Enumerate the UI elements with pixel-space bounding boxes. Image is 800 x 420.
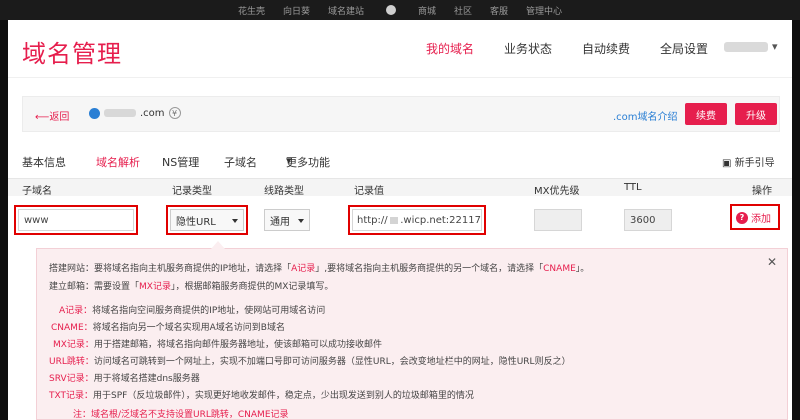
yen-icon[interactable]: ¥ <box>168 107 181 119</box>
newbie-guide-link[interactable]: ▣ 新手引导 <box>722 154 775 169</box>
subdomain-input[interactable]: www <box>18 209 134 231</box>
chevron-down-icon: ▾ <box>772 40 778 53</box>
redacted-text <box>389 216 399 224</box>
tab-basic-info[interactable]: 基本信息 <box>22 154 66 170</box>
col-mx: MX优先级 <box>534 186 580 197</box>
nav-auto-renew[interactable]: 自动续费 <box>582 40 630 57</box>
help-icon: ? <box>736 211 748 224</box>
renew-button[interactable]: 续费 <box>685 103 727 125</box>
back-arrow-icon: ⟵ <box>35 112 50 123</box>
topnav-link-admin[interactable]: 管理中心 <box>526 4 562 17</box>
upgrade-button[interactable]: 升级 <box>735 103 777 125</box>
app-window: 域名管理 我的域名 业务状态 自动续费 全局设置 ▾ ⟵返回 .com ¥ .c… <box>8 20 792 420</box>
header: 域名管理 我的域名 业务状态 自动续费 全局设置 ▾ <box>8 20 792 78</box>
def-url: URL跳转：访问域名可跳转到一个网址上，实现不加端口号即可访问服务器（显性URL… <box>49 357 571 367</box>
topnav-link-huashengke[interactable]: 花生壳 <box>238 4 265 17</box>
ttl-input[interactable]: 3600 <box>624 209 672 231</box>
function-tabs: 基本信息 域名解析 NS管理 子域名 更多功能 ▾ <box>22 154 330 170</box>
col-ttl: TTL <box>624 182 642 193</box>
chevron-down-icon: ▾ <box>286 154 292 167</box>
username-redacted <box>724 41 768 52</box>
col-record-type: 记录类型 <box>172 186 212 197</box>
back-link[interactable]: ⟵返回 <box>35 108 69 123</box>
record-row: www 隐性URL 通用 http://.wicp.net:22117 3600… <box>8 196 792 256</box>
tab-dns[interactable]: 域名解析 <box>96 154 140 170</box>
domain-name: .com ¥ <box>89 107 181 119</box>
col-value: 记录值 <box>354 186 384 197</box>
nav-global-settings[interactable]: 全局设置 <box>660 40 708 57</box>
pointer-arrow <box>211 241 225 249</box>
def-mx: MX记录：用于搭建邮箱，将域名指向邮件服务器地址，使该邮箱可以成功接收邮件 <box>53 340 382 350</box>
record-value-input[interactable]: http://.wicp.net:22117 <box>352 209 482 231</box>
main-nav: 我的域名 业务状态 自动续费 全局设置 <box>426 40 708 57</box>
def-txt: TXT记录：用于SPF（反垃圾邮件），实现更好地收发邮件，稳定点，少出现发送到别… <box>49 391 474 401</box>
mx-priority-input[interactable] <box>534 209 582 231</box>
tab-ns[interactable]: NS管理 <box>162 154 199 170</box>
chevron-down-icon <box>298 219 304 223</box>
line-type-select[interactable]: 通用 <box>264 209 310 231</box>
col-action: 操作 <box>752 186 772 197</box>
col-subdomain: 子域名 <box>22 186 52 197</box>
tip-website: 搭建网站：要将域名指向主机服务商提供的IP地址，请选择「A记录」,要将域名指向主… <box>49 264 590 274</box>
close-icon[interactable]: ✕ <box>767 255 777 269</box>
topnav-link-shop[interactable]: 商城 <box>418 4 436 17</box>
user-menu[interactable]: ▾ <box>724 40 778 53</box>
topnav-link-support[interactable]: 客服 <box>490 4 508 17</box>
tip-mail: 建立邮箱：需要设置「MX记录」，根据邮箱服务商提供的MX记录填写。 <box>49 282 334 292</box>
record-type-select[interactable]: 隐性URL <box>170 209 244 231</box>
add-record-button[interactable]: ? 添加 <box>736 210 771 225</box>
nav-business-status[interactable]: 业务状态 <box>504 40 552 57</box>
topnav-link-community[interactable]: 社区 <box>454 4 472 17</box>
globe-icon[interactable] <box>385 5 396 15</box>
doc-icon: ▣ <box>722 158 732 169</box>
def-srv: SRV记录：用于将域名搭建dns服务器 <box>49 374 200 384</box>
chevron-down-icon <box>232 219 238 223</box>
def-a: A记录：将域名指向空间服务商提供的IP地址，使网站可用域名访问 <box>59 306 326 316</box>
def-cname: CNAME：将域名指向另一个域名实现用A域名访问到B域名 <box>51 323 285 333</box>
table-header: 子域名 记录类型 线路类型 记录值 MX优先级 TTL 操作 <box>8 178 792 197</box>
domain-intro-link[interactable]: .com域名介绍 <box>613 108 678 123</box>
tips-panel: ✕ 搭建网站：要将域名指向主机服务商提供的IP地址，请选择「A记录」,要将域名指… <box>36 241 788 420</box>
topnav-link-xiangrikui[interactable]: 向日葵 <box>283 4 310 17</box>
topnav-link-domain-site[interactable]: 域名建站 <box>328 4 364 17</box>
top-nav: 花生壳 向日葵 域名建站 商城 社区 客服 管理中心 <box>0 0 800 20</box>
tab-subdomain[interactable]: 子域名 <box>224 154 257 170</box>
domain-info-bar: ⟵返回 .com ¥ .com域名介绍 续费 升级 <box>22 96 780 132</box>
globe-icon <box>89 107 100 119</box>
note-text: 注：域名根/泛域名不支持设置URL跳转，CNAME记录 <box>73 410 289 420</box>
col-line: 线路类型 <box>264 186 304 197</box>
domain-redacted <box>104 109 136 117</box>
nav-my-domains[interactable]: 我的域名 <box>426 40 474 57</box>
page-title: 域名管理 <box>22 40 122 68</box>
